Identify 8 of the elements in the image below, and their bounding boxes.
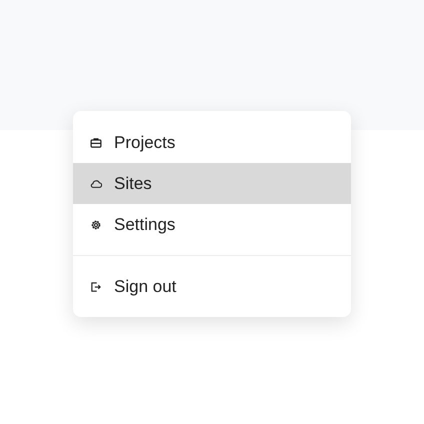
menu-item[interactable]: Projects: [73, 122, 351, 163]
cloud-icon: [90, 178, 102, 190]
briefcase-icon: [90, 136, 102, 148]
gear-icon: [90, 218, 102, 230]
menu-item[interactable]: Settings: [73, 204, 351, 245]
sign-out-icon: [90, 280, 102, 292]
menu-item[interactable]: Sites: [73, 163, 351, 204]
menu-item[interactable]: Sign out: [73, 266, 351, 307]
